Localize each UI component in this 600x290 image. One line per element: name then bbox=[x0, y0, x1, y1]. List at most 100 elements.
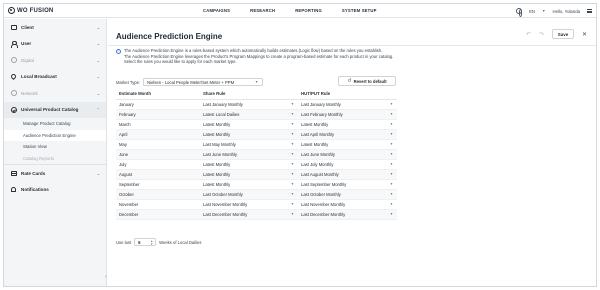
chevron-down-icon: ▼ bbox=[290, 142, 294, 146]
table-row: October Last October Monthly ▼ Last Octob… bbox=[116, 189, 397, 200]
network-icon bbox=[10, 90, 17, 97]
hut-rule-value: Last July Monthly bbox=[301, 161, 334, 167]
revert-to-default-button[interactable]: ↺ Revert to default bbox=[338, 76, 396, 86]
redo-icon[interactable]: ↷ bbox=[539, 31, 544, 38]
sidebar-item-local-broadcast[interactable]: Local Broadcast ⌄ bbox=[4, 69, 106, 86]
header-estimate-month: Estimate Month bbox=[116, 89, 200, 100]
logo[interactable]: WO FUSION bbox=[8, 7, 108, 14]
month-cell: April bbox=[116, 129, 200, 140]
share-rule-select[interactable]: Last June Monthly ▼ bbox=[200, 149, 298, 160]
month-cell: December bbox=[116, 209, 200, 220]
share-rule-select[interactable]: Latest Monthly ▼ bbox=[200, 169, 298, 180]
hut-rule-select[interactable]: Last February Monthly ▼ bbox=[298, 109, 397, 120]
share-rule-value: Last October Monthly bbox=[203, 191, 243, 197]
info-message: i The Audience Prediction Engine is a ru… bbox=[116, 48, 456, 65]
sidebar-item-user[interactable]: User ⌄ bbox=[4, 36, 106, 53]
save-button[interactable]: Save bbox=[551, 29, 574, 39]
share-rule-select[interactable]: Last December Monthly ▼ bbox=[200, 209, 298, 220]
menu-icon[interactable] bbox=[587, 9, 592, 13]
sidebar-subitem-station-view[interactable]: Station View bbox=[4, 141, 106, 153]
hut-rule-select[interactable]: Last November Monthly ▼ bbox=[298, 199, 397, 210]
nav-system-setup[interactable]: SYSTEM SETUP bbox=[342, 8, 377, 13]
chevron-down-icon: ▼ bbox=[290, 202, 294, 206]
share-rule-select[interactable]: Latest Monthly ▼ bbox=[200, 179, 298, 190]
chevron-down-icon: ▼ bbox=[389, 172, 393, 176]
market-type-value: Nielsen - Local People Meter/Set Meter +… bbox=[147, 79, 235, 85]
hut-rule-value: Last September Monthly bbox=[301, 181, 347, 187]
market-type-label: Market Type: bbox=[116, 79, 141, 85]
chevron-down-icon: ▼ bbox=[389, 132, 393, 136]
sidebar-subitem-audience-prediction-engine[interactable]: Audience Prediction Engine bbox=[4, 129, 106, 141]
market-type-row: Market Type: Nielsen - Local People Mete… bbox=[116, 76, 396, 87]
hut-rule-select[interactable]: Last October Monthly ▼ bbox=[298, 189, 397, 200]
hut-rule-select[interactable]: Last August Monthly ▼ bbox=[298, 169, 397, 180]
hut-rule-select[interactable]: Last April Monthly ▼ bbox=[298, 129, 397, 140]
table-row: January Last January Monthly ▼ Last Janua… bbox=[116, 99, 397, 110]
hut-rule-select[interactable]: Last January Monthly ▼ bbox=[298, 99, 397, 110]
chevron-down-icon: ▼ bbox=[389, 212, 393, 216]
hut-rule-select[interactable]: Latest Monthly ▼ bbox=[298, 119, 397, 130]
close-icon[interactable]: ✕ bbox=[582, 31, 587, 38]
bell-icon bbox=[10, 186, 17, 193]
hut-rule-select[interactable]: Last June Monthly ▼ bbox=[298, 149, 397, 160]
sidebar-item-label: Universal Product Catalog bbox=[21, 107, 79, 113]
chevron-up-icon[interactable]: ⌃ bbox=[97, 107, 100, 112]
hut-rule-select[interactable]: Last July Monthly ▼ bbox=[298, 159, 397, 170]
chevron-down-icon: ▼ bbox=[254, 80, 259, 84]
chevron-down-icon[interactable]: ⌄ bbox=[97, 58, 100, 63]
hut-rule-select[interactable]: Latest Monthly ▼ bbox=[298, 139, 397, 150]
top-nav: CAMPAIGNS RESEARCH REPORTING SYSTEM SETU… bbox=[203, 8, 377, 13]
language-selector[interactable]: EN bbox=[529, 9, 535, 14]
share-rule-select[interactable]: Latest Monthly ▼ bbox=[200, 159, 298, 170]
share-rule-value: Last May Monthly bbox=[203, 141, 236, 147]
hut-rule-value: Latest Monthly bbox=[301, 141, 329, 147]
weeks-stepper[interactable]: 6 ▲ ▼ bbox=[134, 238, 157, 246]
hut-rule-select[interactable]: Last December Monthly ▼ bbox=[298, 209, 397, 220]
chevron-down-icon: ▼ bbox=[389, 152, 393, 156]
nav-campaigns[interactable]: CAMPAIGNS bbox=[203, 8, 230, 13]
nav-research[interactable]: RESEARCH bbox=[250, 8, 275, 13]
chevron-down-icon[interactable]: ⌄ bbox=[97, 74, 100, 79]
share-rule-value: Latest Monthly bbox=[203, 181, 231, 187]
app-window: WO FUSION CAMPAIGNS RESEARCH REPORTING S… bbox=[3, 3, 597, 287]
share-rule-select[interactable]: Latest Monthly ▼ bbox=[200, 119, 298, 130]
month-cell: January bbox=[116, 99, 200, 110]
share-rule-select[interactable]: Latest Monthly ▼ bbox=[200, 129, 298, 140]
sidebar-item-network[interactable]: Network ⌄ bbox=[4, 85, 106, 102]
table-row: August Latest Monthly ▼ Last August Month… bbox=[116, 169, 397, 180]
table-row: February Latest Local Dailies ▼ Last Febr… bbox=[116, 109, 397, 120]
collapse-sidebar-icon[interactable]: ‹ bbox=[105, 274, 107, 280]
sidebar-item-digital[interactable]: Digital ⌄ bbox=[4, 52, 106, 69]
share-rule-select[interactable]: Last May Monthly ▼ bbox=[200, 139, 298, 150]
sidebar-item-label: Local Broadcast bbox=[21, 74, 57, 80]
sidebar-subitem-manage-product-catalog[interactable]: Manage Product Catalog bbox=[4, 118, 106, 130]
share-rule-select[interactable]: Last January Monthly ▼ bbox=[200, 99, 298, 110]
chevron-down-icon: ▼ bbox=[290, 172, 294, 176]
sidebar-item-notifications[interactable]: Notifications bbox=[4, 182, 106, 199]
market-type-select[interactable]: Nielsen - Local People Meter/Set Meter +… bbox=[143, 78, 264, 86]
weeks-prefix-label: Use last bbox=[116, 239, 132, 245]
sidebar-item-rate-cards[interactable]: Rate Cards ⌄ bbox=[4, 165, 106, 182]
share-rule-select[interactable]: Last November Monthly ▼ bbox=[200, 199, 298, 210]
undo-icon[interactable]: ↶ bbox=[526, 31, 531, 38]
share-rule-select[interactable]: Last October Monthly ▼ bbox=[200, 189, 298, 200]
chevron-down-icon[interactable]: ⌄ bbox=[97, 171, 100, 176]
sidebar-item-client[interactable]: Client ⌄ bbox=[4, 19, 106, 36]
share-rule-value: Last January Monthly bbox=[203, 101, 243, 107]
globe-icon[interactable] bbox=[516, 8, 523, 17]
chevron-down-icon[interactable]: ⌄ bbox=[97, 25, 100, 30]
chevron-down-icon[interactable]: ⌄ bbox=[97, 41, 100, 46]
month-cell: September bbox=[116, 179, 200, 190]
rate-card-icon bbox=[10, 170, 17, 177]
hut-rule-select[interactable]: Last September Monthly ▼ bbox=[298, 179, 397, 190]
user-greeting[interactable]: Hello, Yolanda bbox=[553, 9, 580, 14]
sidebar-subitem-catalog-reports[interactable]: Catalog Reports bbox=[4, 153, 106, 165]
stepper-arrows-icon[interactable]: ▲ ▼ bbox=[150, 239, 153, 246]
sidebar-item-universal-product-catalog[interactable]: Universal Product Catalog ⌃ bbox=[4, 101, 106, 118]
chevron-down-icon[interactable]: ▼ bbox=[542, 9, 545, 13]
hut-rule-value: Last October Monthly bbox=[301, 191, 341, 197]
chevron-down-icon[interactable]: ⌄ bbox=[97, 91, 100, 96]
nav-reporting[interactable]: REPORTING bbox=[295, 8, 322, 13]
share-rule-value: Last December Monthly bbox=[203, 211, 248, 217]
share-rule-select[interactable]: Latest Local Dailies ▼ bbox=[200, 109, 298, 120]
